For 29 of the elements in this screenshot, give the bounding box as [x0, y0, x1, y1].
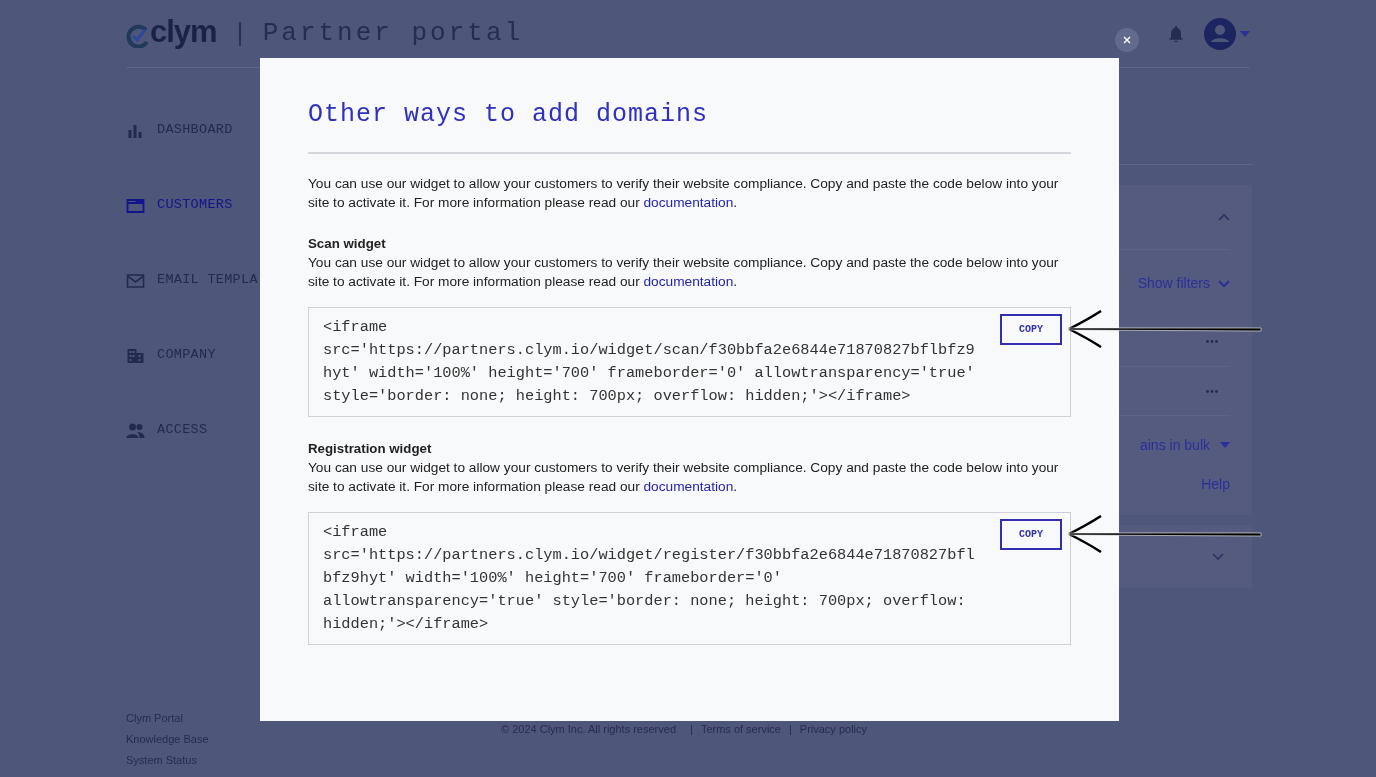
close-icon [1123, 36, 1131, 44]
more-icon[interactable] [1206, 340, 1218, 343]
mail-icon [126, 271, 145, 289]
copy-button[interactable]: COPY [1000, 314, 1062, 345]
nav-item[interactable]: CUSTOMERS [126, 195, 300, 215]
intro-text: You can use our widget to allow your customers to verify their website compliance. Copy and paste the code below into your site to activate it. For more information please read our documentation. [308, 175, 1060, 212]
code-snippet: <iframe src='https://partners.clym.io/widget/scan/f30bbfa2e6844e71870827bflbfz9hyt' width='100%' height='700' frameborder='0' allowtransparency='true' style='border: none; height: 700px; overflow: hidden;'></iframe> [323, 317, 976, 407]
chevron-down-icon[interactable] [1212, 552, 1224, 561]
logo-icon [126, 23, 150, 48]
close-button[interactable] [1115, 28, 1139, 52]
avatar-icon[interactable] [1204, 17, 1236, 50]
folder-icon [126, 196, 145, 214]
more-icon[interactable] [1206, 389, 1218, 393]
bell-icon[interactable] [1166, 23, 1186, 44]
code-snippet: <iframe src='https://partners.clym.io/widget/register/f30bbfa2e6844e71870827bflbfz9hyt' width='100%' height='700' frameborder='0' allowtransparency='true' style='border: none; height: 700px; overflow: hidden;'></iframe> [323, 522, 976, 635]
caret-icon[interactable] [1240, 30, 1250, 37]
separator-text: | [788, 722, 792, 737]
caret-icon [1220, 442, 1230, 448]
separator-text: | [690, 722, 693, 737]
copy-button[interactable]: COPY [1000, 519, 1062, 550]
people-icon [126, 421, 145, 439]
section-text: You can use our widget to allow your customers to verify their website compliance. Copy and paste the code below into your site to activate it. For more information please read our documentation. [308, 254, 1060, 291]
section-heading: Scan widget [308, 235, 387, 253]
chevron-up-icon[interactable] [1218, 213, 1230, 221]
section-heading: Registration widget [308, 440, 433, 458]
building-icon [126, 346, 145, 364]
modal-title: Other ways to add domains [308, 99, 710, 131]
section-text: You can use our widget to allow your customers to verify their website compliance. Copy and paste the code below into your site to activate it. For more information please read our documentation. [308, 459, 1060, 496]
chevron-down-icon [1218, 279, 1230, 288]
